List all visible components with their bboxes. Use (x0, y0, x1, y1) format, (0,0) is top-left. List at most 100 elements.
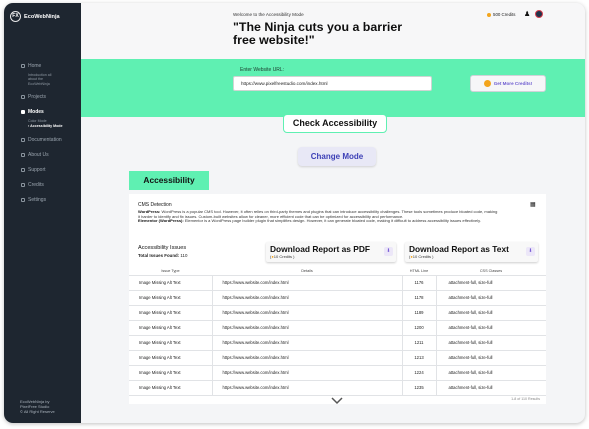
cell-html-line: 1235 (401, 379, 437, 396)
home-sub-line: EcoWebNinja (28, 81, 50, 86)
column-header-issue-type[interactable]: Issue Type (129, 268, 212, 275)
elementor-label: Elementor (WordPress): (138, 218, 184, 224)
cell-issue-type: Image Missing Alt Text (129, 379, 213, 396)
table-row[interactable]: Image Missing Alt Text https://www.websit… (129, 304, 546, 321)
cell-issue-type: Image Missing Alt Text (129, 319, 213, 336)
download-text-cost-value: 10 (412, 254, 418, 259)
table-row[interactable]: Image Missing Alt Text https://www.websit… (129, 289, 546, 306)
cell-details: https://www.website.com/index.html (212, 379, 402, 396)
cell-html-line: 1176 (401, 274, 437, 291)
grid-icon[interactable]: ▦ (530, 202, 536, 208)
cell-css-classes: attachment-full, size-full (436, 319, 546, 336)
cell-html-line: 1200 (401, 319, 437, 336)
sidebar-item-label: Home (28, 62, 42, 69)
cell-details: https://www.website.com/index.html (212, 289, 402, 306)
cell-html-line: 1178 (401, 289, 437, 306)
cell-html-line: 1213 (401, 349, 437, 366)
ninja-icon[interactable]: ♟ (524, 11, 530, 18)
cell-html-line: 1224 (401, 364, 437, 381)
sidebar-item-label: Projects (28, 93, 47, 100)
sidebar-item-credits[interactable]: Credits (4, 177, 81, 192)
app-logo[interactable]: FX EcoWebNinja (10, 11, 60, 22)
cms-detection-title: CMS Detection (138, 202, 172, 208)
cell-css-classes: attachment-full, size-full (436, 379, 546, 396)
sidebar-item-documentation[interactable]: Documentation (4, 132, 81, 147)
table-row[interactable]: Image Missing Alt Text https://www.websit… (129, 349, 546, 366)
column-header-details[interactable]: Details (212, 268, 402, 275)
page-title: "The Ninja cuts you a barrier free websi… (233, 20, 403, 47)
sidebar-item-label: Settings (28, 196, 47, 203)
cell-details: https://www.website.com/index.html (212, 304, 402, 321)
credits-display[interactable]: 500 Credits (487, 12, 515, 17)
issues-title: Accessibility Issues (138, 245, 187, 251)
change-mode-button[interactable]: Change Mode (298, 147, 376, 166)
table-row[interactable]: Image Missing Alt Text https://www.websit… (129, 379, 546, 396)
issues-found-label: Total Issues Found: (138, 253, 180, 258)
cell-issue-type: Image Missing Alt Text (129, 334, 213, 351)
cell-issue-type: Image Missing Alt Text (129, 304, 213, 321)
table-row[interactable]: Image Missing Alt Text https://www.websit… (129, 274, 546, 291)
download-text-button[interactable]: Download Report as Text (●10 Credits ) ⬇ (405, 242, 538, 262)
cell-issue-type: Image Missing Alt Text (129, 289, 213, 306)
sidebar: FX EcoWebNinja Home Introduction all abo… (4, 3, 81, 423)
app-window: FX EcoWebNinja Home Introduction all abo… (4, 3, 585, 423)
download-pdf-label: Download Report as PDF (270, 244, 371, 254)
sidebar-item-label: Documentation (28, 136, 62, 143)
sidebar-item-label: About Us (28, 151, 49, 158)
download-pdf-cost-unit: Credits ) (279, 254, 295, 259)
main-content: Welcome to the Accessibility Mode "The N… (81, 3, 585, 423)
accessibility-mode-label: Accessibility Mode (30, 123, 63, 128)
about-icon (21, 152, 25, 157)
sidebar-item-about-us[interactable]: About Us (4, 147, 81, 162)
sidebar-item-settings[interactable]: Settings (4, 192, 81, 207)
chevron-down-icon[interactable] (331, 397, 343, 405)
home-icon (21, 63, 25, 68)
website-url-input[interactable] (233, 76, 432, 91)
download-pdf-cost-value: 10 (273, 254, 279, 259)
results-panel: CMS Detection ▦ WordPress: WordPress is … (129, 194, 546, 404)
modes-icon (21, 109, 25, 114)
logo-badge-icon: FX (10, 11, 21, 22)
cell-details: https://www.website.com/index.html (212, 349, 402, 366)
download-icon: ⬇ (526, 247, 535, 256)
welcome-text: Welcome to the Accessibility Mode (233, 12, 304, 17)
sidebar-item-projects[interactable]: Projects (4, 89, 81, 104)
table-header-row: Issue Type Details HTML Line CSS Classes (129, 268, 546, 275)
download-text-cost: (●10 Credits ) (409, 254, 434, 259)
table-row[interactable]: Image Missing Alt Text https://www.websit… (129, 364, 546, 381)
sidebar-item-home[interactable]: Home (4, 58, 81, 73)
table-row[interactable]: Image Missing Alt Text https://www.websit… (129, 334, 546, 351)
issues-found-value: 110 (180, 253, 188, 258)
url-label: Enter Website URL: (240, 67, 285, 73)
get-more-credits-button[interactable]: Get More Credits! (470, 75, 546, 92)
sidebar-item-modes[interactable]: Modes (4, 104, 81, 119)
page-header: Welcome to the Accessibility Mode "The N… (81, 3, 585, 59)
check-accessibility-button[interactable]: Check Accessibility (283, 114, 387, 133)
cell-css-classes: attachment-full, size-full (436, 289, 546, 306)
download-pdf-button[interactable]: Download Report as PDF (●10 Credits ) ⬇ (266, 242, 396, 262)
coin-icon (487, 12, 491, 17)
download-pdf-cost: (●10 Credits ) (270, 254, 295, 259)
credits-icon (21, 182, 25, 187)
table-row[interactable]: Image Missing Alt Text https://www.websit… (129, 319, 546, 336)
support-icon (21, 167, 25, 172)
cell-issue-type: Image Missing Alt Text (129, 364, 213, 381)
download-icon: ⬇ (384, 247, 393, 256)
sidebar-subitem-accessibility-mode[interactable]: ▪ Accessibility Mode (4, 124, 81, 128)
sidebar-item-support[interactable]: Support (4, 162, 81, 177)
avatar[interactable] (535, 10, 543, 18)
get-more-credits-label: Get More Credits! (493, 81, 533, 86)
footer-line: © All Right Reserve (20, 409, 55, 414)
cell-html-line: 1189 (401, 304, 437, 321)
result-count: 1-8 of 110 Results (511, 397, 540, 401)
issues-found: Total Issues Found: 110 (138, 253, 187, 258)
cms-description: WordPress: WordPress is a popular CMS to… (138, 209, 500, 224)
cell-css-classes: attachment-full, size-full (436, 274, 546, 291)
column-header-html-line[interactable]: HTML Line (402, 268, 436, 275)
cell-css-classes: attachment-full, size-full (436, 334, 546, 351)
tab-accessibility[interactable]: Accessibility (129, 171, 209, 190)
column-header-css-classes[interactable]: CSS Classes (436, 268, 546, 275)
cell-html-line: 1211 (401, 334, 437, 351)
elementor-note: Elementor (WordPress): Elementor is a Wo… (138, 219, 500, 224)
projects-icon (21, 94, 25, 99)
